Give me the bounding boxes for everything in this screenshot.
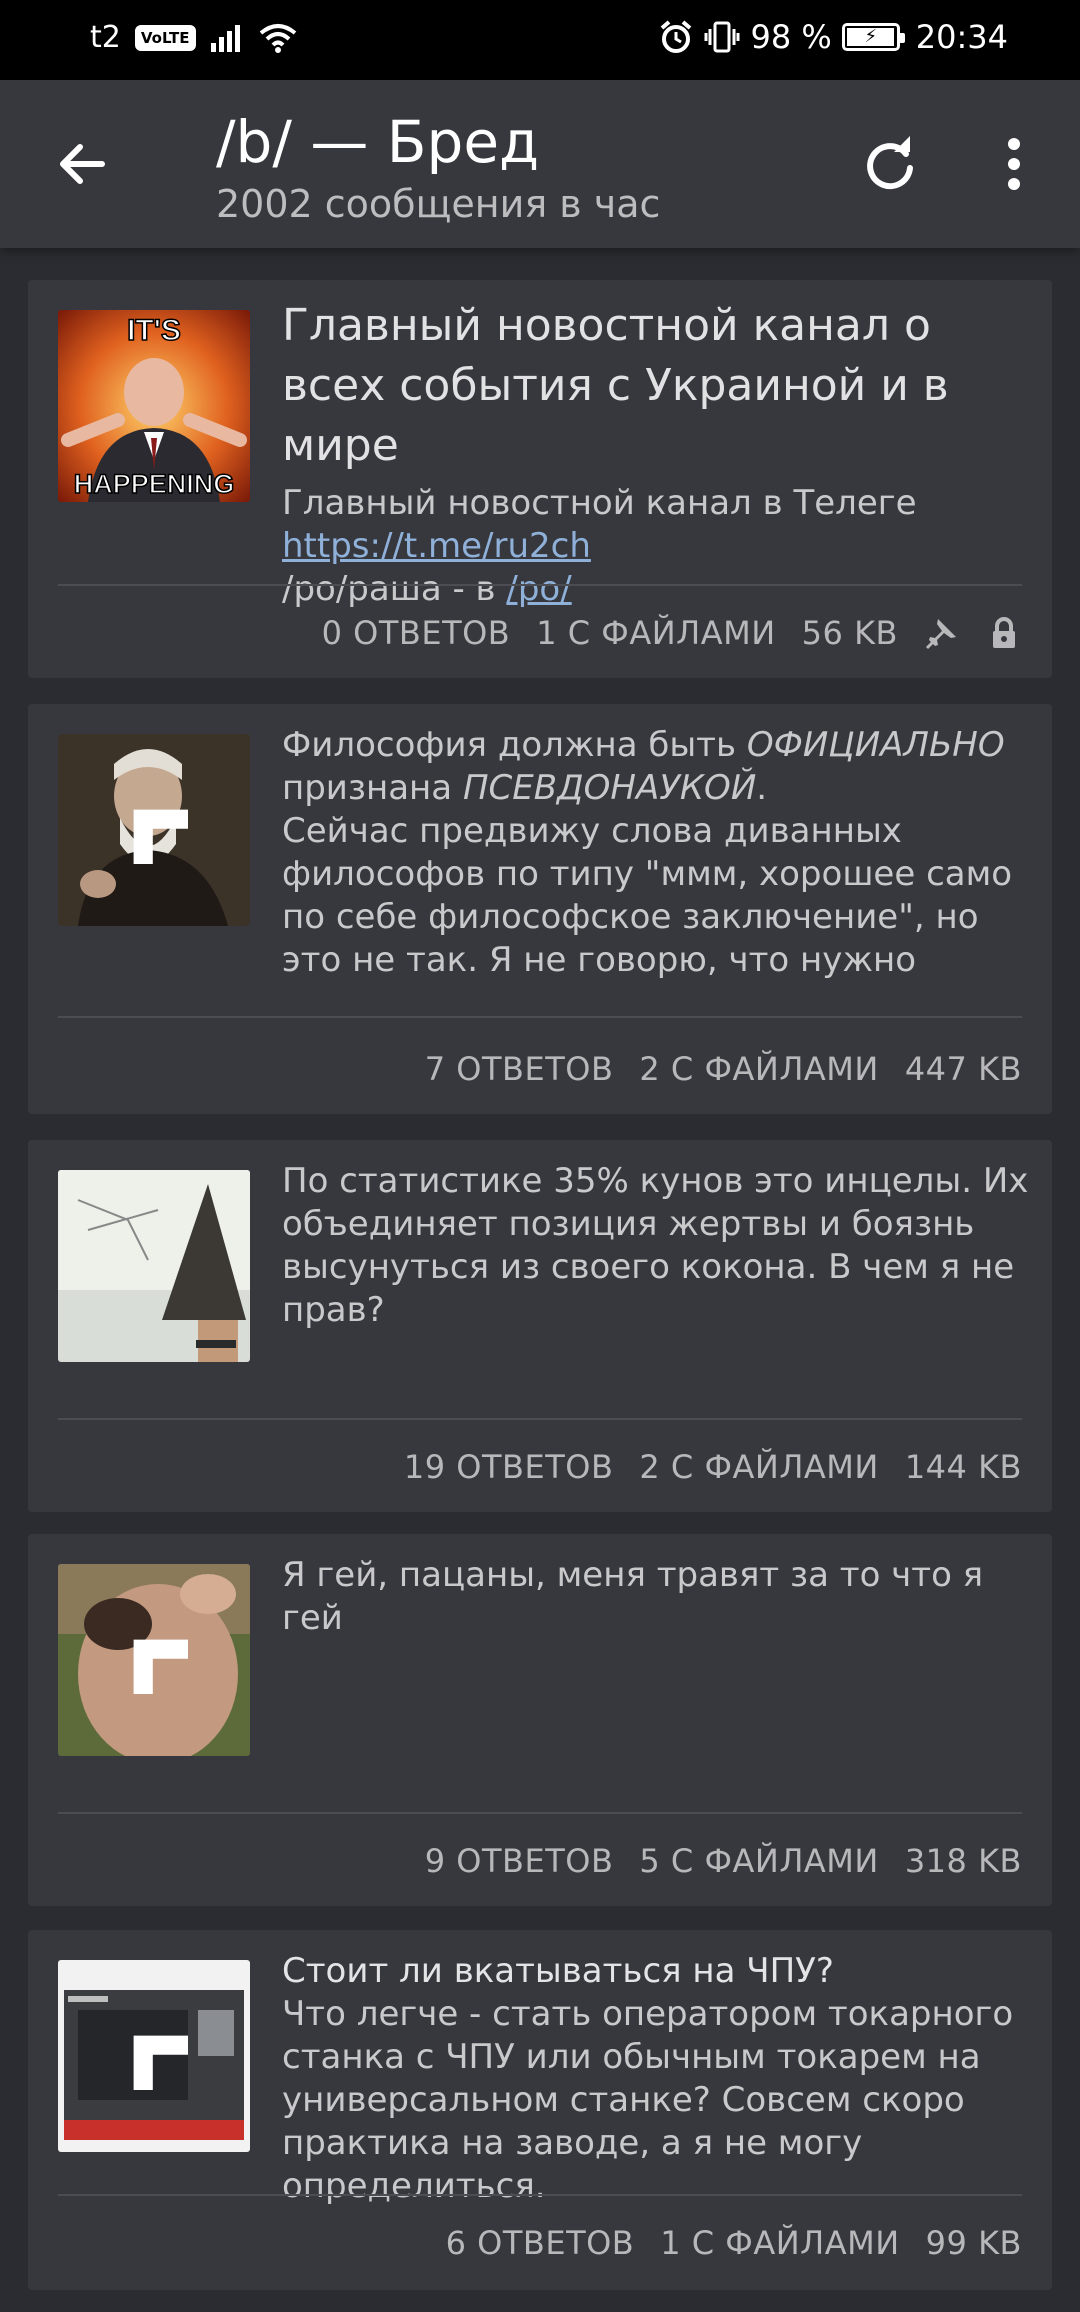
replies-count: 19 ОТВЕТОВ	[403, 1448, 614, 1486]
thread-body: Я гей, пацаны, меня травят за то что я г…	[282, 1554, 1032, 1640]
size-label: 318 KB	[904, 1842, 1022, 1880]
expand-icon	[133, 809, 188, 864]
alarm-icon	[661, 20, 692, 53]
thread-text: Я гей, пацаны, меня травят за то что я г…	[282, 1555, 984, 1638]
thread-stats: 9 ОТВЕТОВ 5 С ФАЙЛАМИ 318 KB	[425, 1842, 1022, 1880]
charging-icon: ⚡	[864, 26, 878, 47]
thread-stats: 7 ОТВЕТОВ 2 С ФАЙЛАМИ 447 KB	[425, 1050, 1022, 1088]
lock-icon	[993, 617, 1015, 648]
thread-thumbnail[interactable]	[58, 1564, 250, 1756]
files-count: 2 С ФАЙЛАМИ	[639, 1448, 879, 1486]
files-count: 1 С ФАЙЛАМИ	[660, 2224, 900, 2262]
thread-text: Философия должна быть ОФИЦИАЛЬНО признан…	[282, 724, 1032, 810]
expand-icon	[133, 2035, 188, 2090]
thread-text-part: Философия должна быть	[282, 725, 747, 765]
thread-subject: Главный новостной канал о всех события с…	[282, 300, 949, 471]
size-label: 99 KB	[925, 2224, 1022, 2262]
more-vert-icon[interactable]	[982, 132, 1046, 196]
status-bar: t2 VoLTE 98 % ⚡ 20:34	[0, 0, 1080, 80]
thread-text-line: Главный новостной канал в Телеге	[282, 483, 917, 523]
vibrate-icon	[704, 21, 740, 53]
status-left: t2 VoLTE	[90, 20, 298, 55]
thread-thumbnail[interactable]: IT'S HAPPENING	[58, 310, 250, 502]
refresh-icon[interactable]	[858, 132, 922, 196]
replies-count: 9 ОТВЕТОВ	[424, 1842, 614, 1880]
thread-text-part: признана	[282, 768, 463, 808]
battery-icon: ⚡	[841, 23, 905, 51]
thread-body: Главный новостной канал о всех события с…	[282, 296, 1032, 611]
board-redirect-text: /po/раша - в	[282, 569, 507, 609]
replies-count: 6 ОТВЕТОВ	[445, 2224, 635, 2262]
board-title: /b/ — Бред	[216, 108, 540, 176]
thread-card[interactable]: Философия должна быть ОФИЦИАЛЬНО признан…	[28, 704, 1052, 1114]
replies-count: 0 ОТВЕТОВ	[321, 614, 511, 652]
size-label: 447 KB	[904, 1050, 1022, 1088]
thread-text-emphasis: ОФИЦИАЛЬНО	[746, 725, 1005, 765]
thread-body: Философия должна быть ОФИЦИАЛЬНО признан…	[282, 724, 1032, 982]
thread-thumbnail[interactable]	[58, 734, 250, 926]
battery-percent: 98 %	[750, 18, 832, 56]
thread-stats: 0 ОТВЕТОВ 1 С ФАЙЛАМИ 56 KB	[322, 614, 1022, 652]
clock: 20:34	[915, 18, 1008, 56]
signal-icon	[210, 24, 240, 52]
thread-card[interactable]: По статистике 35% кунов это инцелы. Их о…	[28, 1140, 1052, 1512]
size-label: 144 KB	[904, 1448, 1022, 1486]
card-divider	[58, 2194, 1022, 2196]
thread-stats: 6 ОТВЕТОВ 1 С ФАЙЛАМИ 99 KB	[446, 2224, 1022, 2262]
files-count: 2 С ФАЙЛАМИ	[639, 1050, 879, 1088]
back-arrow-icon[interactable]	[52, 132, 116, 196]
board-subtitle: 2002 сообщения в час	[216, 182, 661, 226]
thread-body: По статистике 35% кунов это инцелы. Их о…	[282, 1160, 1032, 1332]
thread-card[interactable]: Стоит ли вкатываться на ЧПУ? Что легче -…	[28, 1930, 1052, 2290]
thread-body: Стоит ли вкатываться на ЧПУ? Что легче -…	[282, 1950, 1032, 2208]
thread-text-emphasis: ПСЕВДОНАУКОЙ	[462, 768, 757, 808]
status-right: 98 % ⚡ 20:34	[658, 18, 1008, 56]
thread-stats: 19 ОТВЕТОВ 2 С ФАЙЛАМИ 144 KB	[404, 1448, 1022, 1486]
thread-text: Сейчас предвижу слова диванных философов…	[282, 811, 1013, 980]
thread-subject: Стоит ли вкатываться на ЧПУ?	[282, 1951, 834, 1991]
telegram-link[interactable]: https://t.me/ru2ch	[282, 526, 591, 566]
thread-thumbnail[interactable]	[58, 1960, 250, 2152]
size-label: 56 KB	[801, 614, 898, 652]
app-toolbar: /b/ — Бред 2002 сообщения в час	[0, 80, 1080, 248]
thread-text-part: .	[756, 768, 768, 808]
card-divider	[58, 1418, 1022, 1420]
thread-card[interactable]: IT'S HAPPENING Главный новостной канал о…	[28, 280, 1052, 678]
files-count: 5 С ФАЙЛАМИ	[639, 1842, 879, 1880]
thread-text: Что легче - стать оператором токарного с…	[282, 1994, 1014, 2206]
card-divider	[58, 1812, 1022, 1814]
thumb-caption-bottom: HAPPENING	[73, 468, 235, 500]
thumb-caption-top: IT'S	[126, 313, 181, 348]
carrier-label: t2	[90, 20, 121, 55]
pin-icon	[925, 619, 956, 650]
card-divider	[58, 584, 1022, 586]
wifi-icon	[259, 23, 296, 53]
pyramid-head-image	[58, 1170, 250, 1362]
card-divider	[58, 1016, 1022, 1018]
files-count: 1 С ФАЙЛАМИ	[536, 614, 776, 652]
thread-text-line: /po/раша - в /po/	[282, 568, 1032, 611]
replies-count: 7 ОТВЕТОВ	[424, 1050, 614, 1088]
board-po-link[interactable]: /po/	[506, 569, 571, 609]
volte-badge: VoLTE	[134, 24, 196, 51]
thread-thumbnail[interactable]	[58, 1170, 250, 1362]
thread-text: По статистике 35% кунов это инцелы. Их о…	[282, 1161, 1029, 1330]
thread-card[interactable]: Я гей, пацаны, меня травят за то что я г…	[28, 1534, 1052, 1906]
expand-icon	[133, 1639, 188, 1694]
